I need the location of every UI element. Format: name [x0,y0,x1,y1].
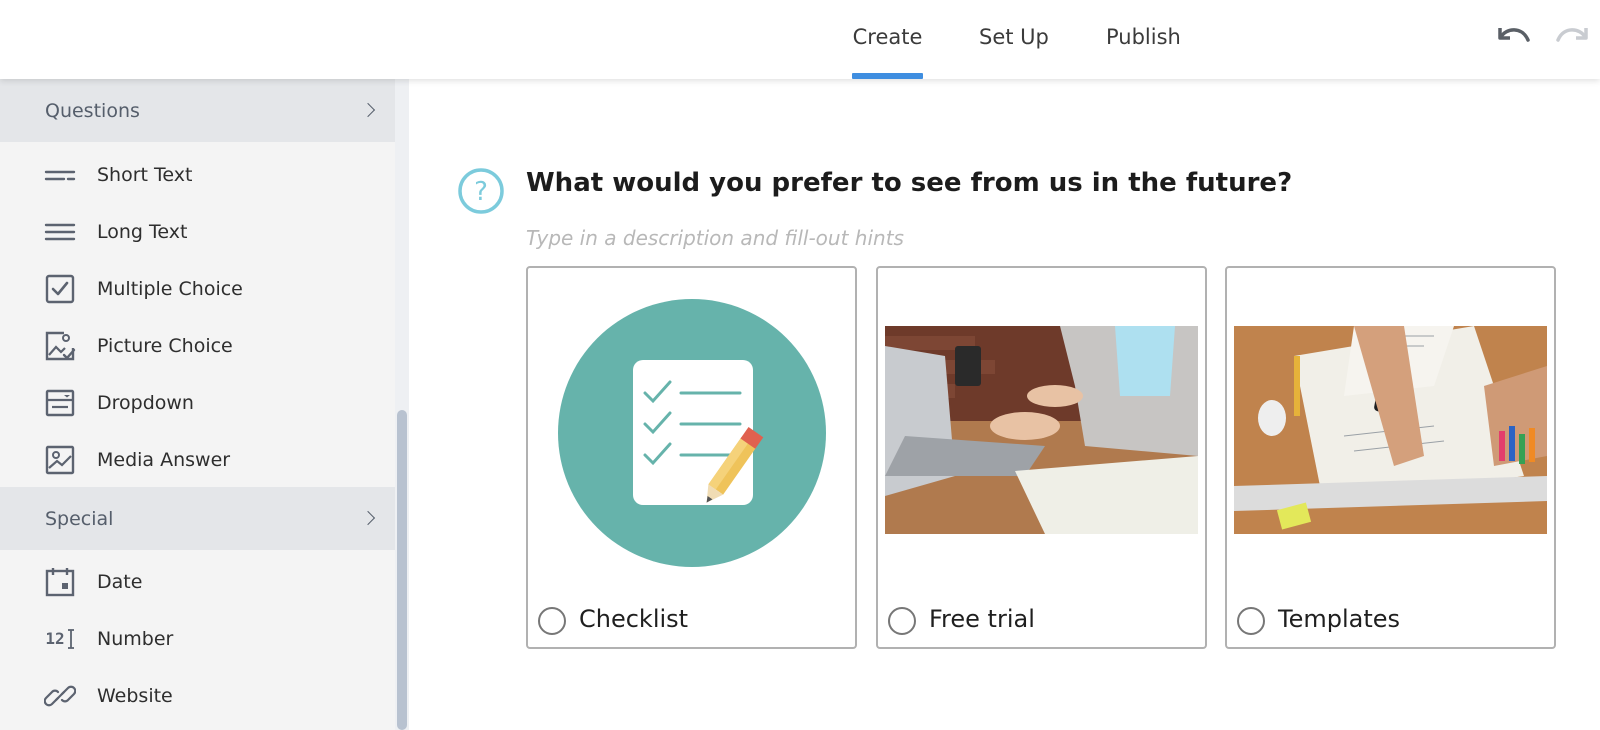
radio-free-trial[interactable] [888,607,916,635]
question-description-field[interactable]: Type in a description and fill-out hints [526,226,904,250]
choice-label: Free trial [929,605,1035,633]
svg-text:?: ? [474,177,488,207]
choice-label: Checklist [579,605,689,633]
choice-card-templates[interactable]: Templates [1225,266,1556,649]
sidebar-scrollbar-thumb[interactable] [397,410,407,730]
link-icon [44,680,76,712]
question-title[interactable]: What would you prefer to see from us in … [526,168,1292,198]
sidebar-item-short-text[interactable]: Short Text [0,146,395,203]
section-special[interactable]: Special [0,487,395,550]
chevron-right-icon [360,102,376,117]
media-answer-icon [44,444,76,476]
tab-set-up[interactable]: Set Up [979,0,1049,79]
sidebar-item-label: Picture Choice [97,334,233,357]
dropdown-icon [44,387,76,419]
checklist-illustration [535,298,848,568]
sidebar-item-label: Short Text [97,163,193,186]
sidebar-item-multiple-choice[interactable]: Multiple Choice [0,260,395,317]
chevron-right-icon [360,510,376,525]
sidebar-item-label: Dropdown [97,391,194,414]
sidebar-item-label: Media Answer [97,448,231,471]
section-title: Special [45,507,114,530]
sidebar-item-picture-choice[interactable]: Picture Choice [0,317,395,374]
desk-workspace-photo [1234,326,1547,534]
sidebar-item-label: Long Text [97,220,188,243]
laptop-photo [885,326,1198,534]
top-navigation-bar: Create Set Up Publish [0,0,1600,79]
undo-icon[interactable] [1494,20,1534,54]
number-icon: 12 [44,623,76,655]
redo-icon[interactable] [1552,20,1592,54]
choice-card-checklist[interactable]: Checklist [526,266,857,649]
long-text-icon [44,216,76,248]
sidebar-item-label: Number [97,627,174,650]
sidebar-item-dropdown[interactable]: Dropdown [0,374,395,431]
tab-create[interactable]: Create [852,0,923,79]
choice-label: Templates [1278,605,1401,633]
sidebar-item-media-answer[interactable]: Media Answer [0,431,395,488]
question-mark-icon: ? [457,167,505,215]
number-icon-glyph: 12 [45,629,65,648]
short-text-icon [44,159,76,191]
section-title: Questions [45,99,140,122]
calendar-icon [44,566,76,598]
radio-checklist[interactable] [538,607,566,635]
question-types-sidebar: Questions Short Text Long Text Multiple … [0,79,395,730]
radio-templates[interactable] [1237,607,1265,635]
tab-publish[interactable]: Publish [1106,0,1181,79]
picture-choice-icon [44,330,76,362]
sidebar-item-long-text[interactable]: Long Text [0,203,395,260]
sidebar-item-date[interactable]: Date [0,553,395,610]
sidebar-item-label: Website [97,684,173,707]
sidebar-item-label: Date [97,570,143,593]
sidebar-item-number[interactable]: 12 Number [0,610,395,667]
sidebar-item-label: Multiple Choice [97,277,243,300]
section-questions[interactable]: Questions [0,79,395,142]
checkbox-icon [44,273,76,305]
choice-card-free-trial[interactable]: Free trial [876,266,1207,649]
sidebar-item-website[interactable]: Website [0,667,395,724]
